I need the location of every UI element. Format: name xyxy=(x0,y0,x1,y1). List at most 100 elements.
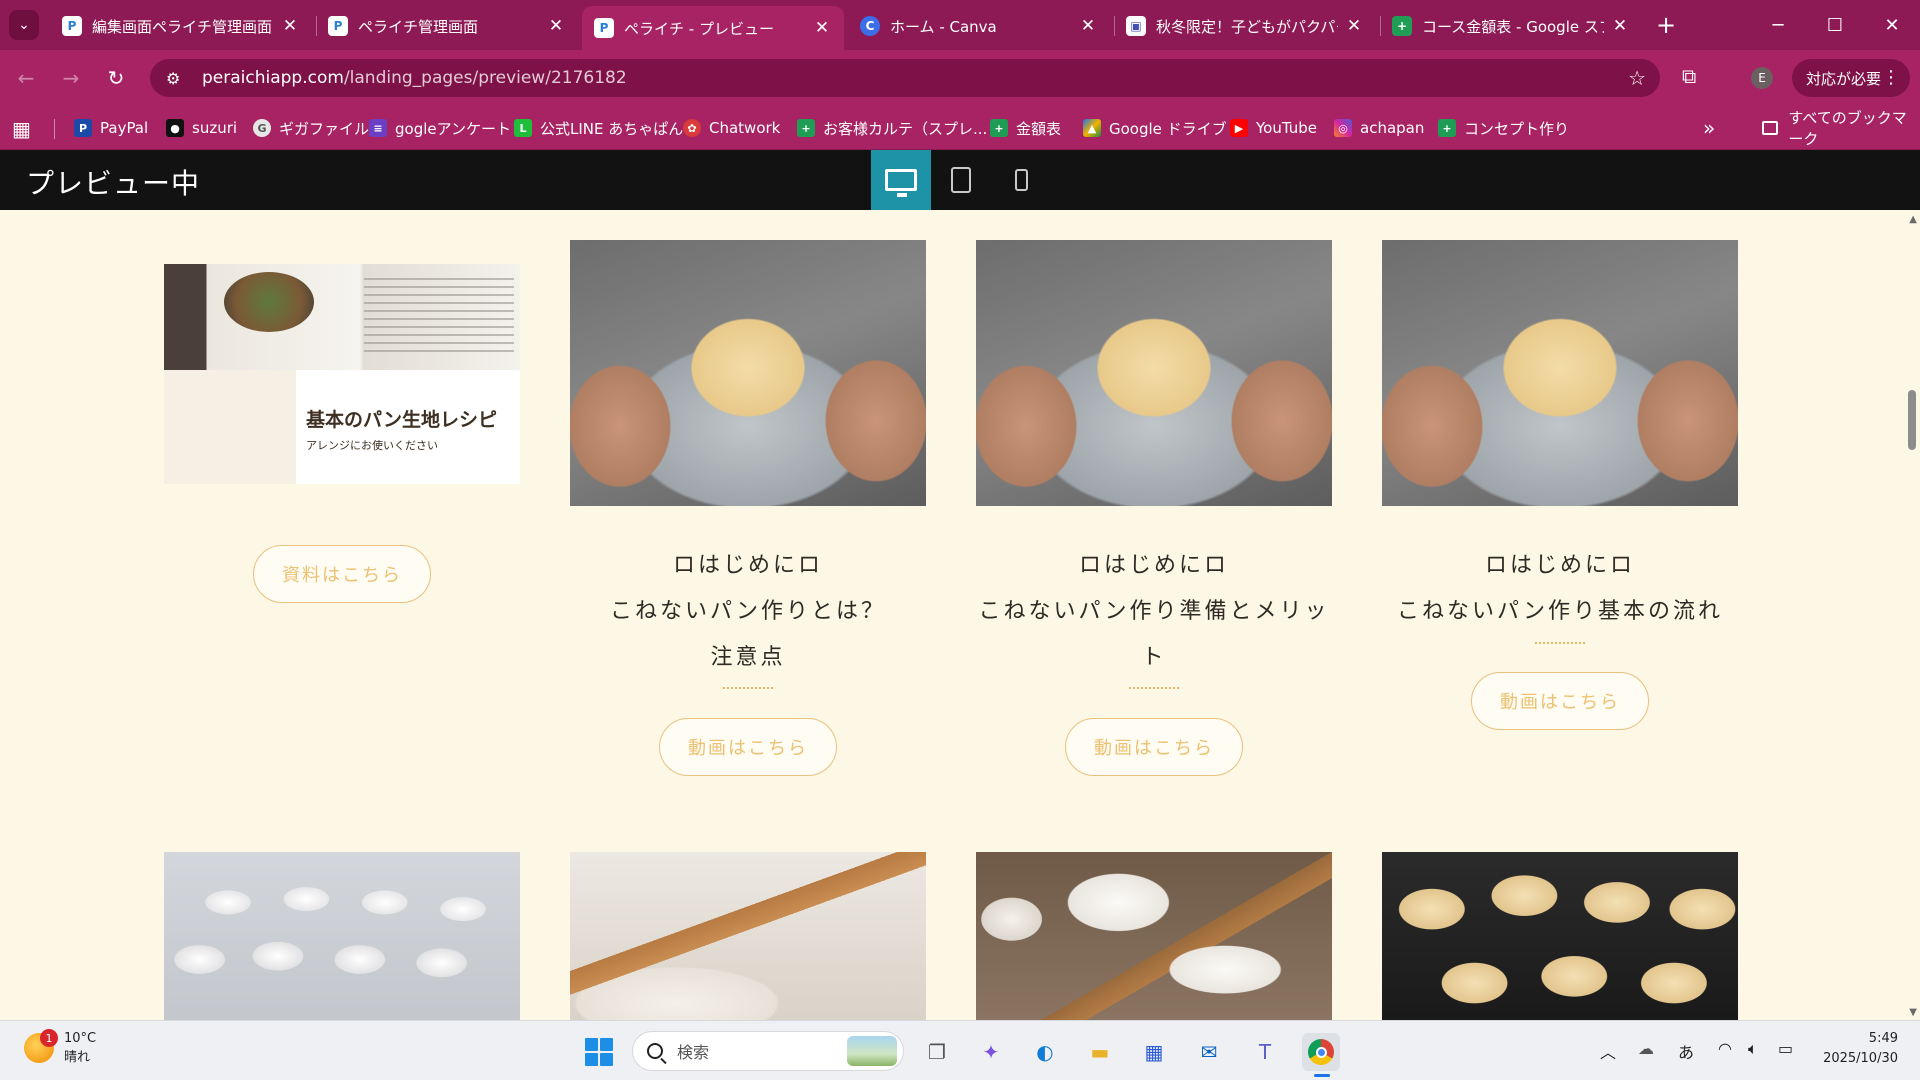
onedrive-icon[interactable]: ☁ xyxy=(1638,1039,1654,1058)
scroll-thumb[interactable] xyxy=(1908,390,1916,450)
beige-block xyxy=(164,370,296,484)
extensions-puzzle-icon[interactable]: ⧉ xyxy=(1682,64,1696,88)
bookmark-youtube[interactable]: ▶ YouTube xyxy=(1230,116,1317,140)
bookmark-chatwork[interactable]: ✿ Chatwork xyxy=(683,116,780,140)
teams-icon[interactable]: T xyxy=(1246,1033,1284,1071)
volume-icon[interactable]: 🔈︎ xyxy=(1748,1039,1758,1059)
kebab-menu-icon[interactable]: ⋮ xyxy=(1882,67,1900,88)
address-bar[interactable]: ⚙ peraichiapp.com/landing_pages/preview/… xyxy=(150,59,1660,97)
microsoft-store-icon[interactable]: ▦ xyxy=(1135,1033,1173,1071)
outlook-icon[interactable]: ✉ xyxy=(1190,1033,1228,1071)
tab-peraichi-preview[interactable]: P ペライチ - プレビュー ✕ xyxy=(582,6,844,50)
preview-page: 基本のパン生地レシピ アレンジにお使いください 資料はこちら ロはじめにロ こね… xyxy=(0,210,1920,1020)
tab-peraichi-admin[interactable]: P ペライチ管理画面 ✕ xyxy=(316,6,578,46)
document-button[interactable]: 資料はこちら xyxy=(253,545,431,603)
action-required-label: 対応が必要 xyxy=(1806,69,1882,88)
url-text: peraichiapp.com/landing_pages/preview/21… xyxy=(202,68,627,88)
video-button[interactable]: 動画はこちら xyxy=(1471,672,1649,730)
back-arrow-icon[interactable]: ← xyxy=(12,64,40,92)
weather-sun-icon: 1 xyxy=(24,1029,58,1063)
ime-indicator[interactable]: あ xyxy=(1678,1039,1694,1063)
page-scrollbar[interactable]: ▲ ▼ xyxy=(1904,210,1920,1020)
tab-course-sheet[interactable]: + コース金額表 - Google スプレ ✕ xyxy=(1380,6,1642,46)
forward-arrow-icon[interactable]: → xyxy=(57,64,85,92)
all-bookmarks-button[interactable]: すべてのブックマーク xyxy=(1762,109,1920,148)
bookmark-label: ギガファイル xyxy=(279,119,370,138)
bookmark-suzuri[interactable]: ● suzuri xyxy=(166,116,237,140)
start-button[interactable] xyxy=(580,1033,618,1071)
window-close-icon[interactable]: ✕ xyxy=(1869,8,1915,42)
tab-canva[interactable]: C ホーム - Canva ✕ xyxy=(848,6,1110,46)
windows-taskbar: 1 10°C 晴れ 検索 ❐ ✦ ◐ ▬ ▦ ✉ T ︿ ☁ あ ◠ 🔈︎ ▭ … xyxy=(0,1020,1920,1080)
edge-icon[interactable]: ◐ xyxy=(1026,1033,1064,1071)
bookmark-star-icon[interactable]: ☆ xyxy=(1628,66,1646,90)
taskbar-search[interactable]: 検索 xyxy=(632,1031,904,1071)
task-view-icon[interactable]: ❐ xyxy=(918,1033,956,1071)
dough-balls-photo xyxy=(164,852,520,1020)
battery-icon[interactable]: ▭ xyxy=(1778,1039,1793,1058)
chrome-icon[interactable] xyxy=(1302,1033,1340,1077)
close-icon[interactable]: ✕ xyxy=(280,16,300,36)
tablet-icon xyxy=(951,167,971,193)
tab-title: ペライチ管理画面 xyxy=(358,17,479,36)
system-clock[interactable]: 5:49 2025/10/30 xyxy=(1818,1029,1898,1069)
close-icon[interactable]: ✕ xyxy=(546,16,566,36)
profile-avatar[interactable]: E xyxy=(1751,67,1773,89)
rolling-pin-photo xyxy=(570,852,926,1020)
chatwork-icon: ✿ xyxy=(683,119,701,137)
forms-icon: ≡ xyxy=(369,119,387,137)
close-icon[interactable]: ✕ xyxy=(1344,16,1364,36)
dish-illustration xyxy=(224,272,314,332)
apps-grid-icon[interactable]: ▦ xyxy=(12,117,31,141)
phone-view-button[interactable] xyxy=(991,150,1051,210)
new-tab-plus-icon[interactable]: + xyxy=(1652,10,1680,40)
tab-search-chevron-icon[interactable]: ⌄ xyxy=(9,10,39,40)
close-icon[interactable]: ✕ xyxy=(1078,16,1098,36)
caption-line: ロはじめにロ xyxy=(672,553,823,578)
bookmark-divider xyxy=(54,119,55,139)
folder-icon xyxy=(1762,121,1779,135)
dotted-divider xyxy=(1129,687,1179,689)
close-icon[interactable]: ✕ xyxy=(812,18,832,38)
text-lines-illustration xyxy=(364,278,514,358)
instagram-icon: ◎ xyxy=(1334,119,1352,137)
scroll-up-arrow-icon[interactable]: ▲ xyxy=(1909,214,1917,225)
bookmark-forms[interactable]: ≡ gogleアンケート xyxy=(369,116,511,140)
scroll-down-arrow-icon[interactable]: ▼ xyxy=(1909,1007,1917,1018)
bookmark-label: Google ドライブ xyxy=(1109,119,1227,138)
dough-board-photo xyxy=(976,852,1332,1020)
bookmarks-overflow-chevron-icon[interactable]: » xyxy=(1703,116,1715,140)
drive-icon: ▲ xyxy=(1083,119,1101,137)
bookmark-paypal[interactable]: P PayPal xyxy=(74,116,148,140)
action-required-button[interactable]: 対応が必要 ⋮ xyxy=(1792,59,1910,97)
caption-line: ロはじめにロ xyxy=(1078,553,1229,578)
desktop-icon xyxy=(885,169,917,197)
weather-widget[interactable]: 1 10°C 晴れ xyxy=(24,1029,96,1067)
wifi-icon[interactable]: ◠ xyxy=(1718,1039,1732,1058)
tray-overflow-chevron-icon[interactable]: ︿ xyxy=(1600,1039,1616,1063)
site-info-icon[interactable]: ⚙ xyxy=(166,69,188,88)
copilot-icon[interactable]: ✦ xyxy=(972,1033,1010,1071)
tab-autumn-event[interactable]: ▣ 秋冬限定！子どもがパクパク ✕ xyxy=(1114,6,1376,46)
bookmark-drive[interactable]: ▲ Google ドライブ xyxy=(1083,116,1227,140)
video-button[interactable]: 動画はこちら xyxy=(659,718,837,776)
bookmark-price-table[interactable]: + 金額表 xyxy=(990,116,1061,140)
caption-line: ロはじめにロ xyxy=(1484,553,1635,578)
video-button[interactable]: 動画はこちら xyxy=(1065,718,1243,776)
minimize-icon[interactable]: ─ xyxy=(1755,8,1801,42)
bookmark-line[interactable]: L 公式LINE あちゃぱん xyxy=(514,116,683,140)
bookmark-gigafile[interactable]: G ギガファイル xyxy=(253,116,369,140)
bookmark-label: YouTube xyxy=(1256,119,1317,137)
desktop-view-button[interactable] xyxy=(871,150,931,210)
reload-icon[interactable]: ↻ xyxy=(102,64,130,92)
bookmark-achapan[interactable]: ◎ achapan xyxy=(1334,116,1424,140)
bookmark-concept[interactable]: + コンセプト作り xyxy=(1438,116,1569,140)
file-explorer-icon[interactable]: ▬ xyxy=(1081,1033,1119,1071)
bookmark-karte[interactable]: + お客様カルテ（スプレ... xyxy=(797,116,987,140)
bookmark-label: gogleアンケート xyxy=(395,119,512,138)
tab-edit-peraichi[interactable]: P 編集画面ペライチ管理画面 ✕ xyxy=(50,6,312,46)
maximize-icon[interactable]: ☐ xyxy=(1812,8,1858,42)
close-icon[interactable]: ✕ xyxy=(1610,16,1630,36)
tablet-view-button[interactable] xyxy=(931,150,991,210)
clock-date: 2025/10/30 xyxy=(1823,1051,1898,1066)
